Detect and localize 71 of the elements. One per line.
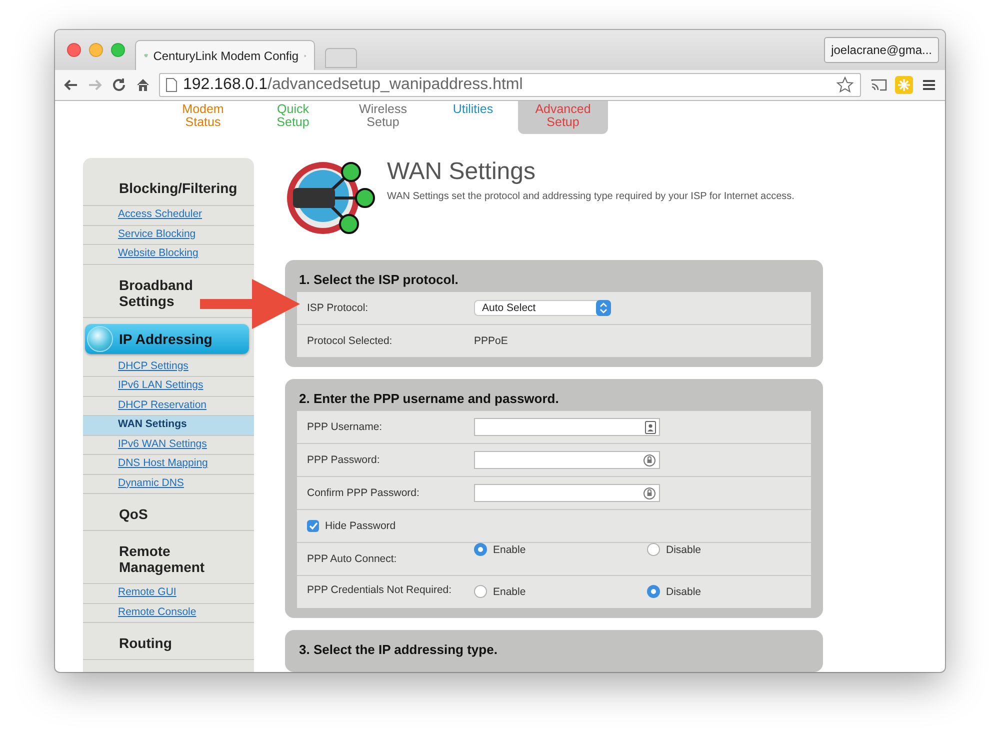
field-label: PPP Auto Connect:	[307, 552, 398, 566]
page-icon	[166, 78, 177, 92]
protocol-dropdown[interactable]: Auto Select	[474, 300, 611, 316]
input-field[interactable]	[474, 484, 660, 502]
star-icon[interactable]	[836, 76, 854, 94]
sidebar-link[interactable]: IPv6 WAN Settings	[83, 436, 254, 455]
sidebar-heading[interactable]: Remote Management	[83, 531, 254, 584]
radio-label: Disable	[666, 586, 702, 598]
contact-card-icon	[645, 420, 656, 434]
sidebar-heading[interactable]: QoS	[83, 494, 254, 531]
checkbox[interactable]	[307, 520, 319, 532]
back-icon[interactable]	[63, 77, 79, 93]
panel-title: 2. Enter the PPP username and password.	[298, 390, 560, 408]
forward-icon[interactable]	[87, 77, 103, 93]
profile-button[interactable]: joelacrane@gma...	[824, 37, 939, 63]
zoom-icon[interactable]	[111, 43, 125, 57]
sidebar-link[interactable]: DNS Host Mapping	[83, 455, 254, 474]
url-text: 192.168.0.1/advancedsetup_wanipaddress.html	[183, 76, 523, 94]
browser-tab[interactable]: CenturyLink Modem Config	[135, 40, 315, 70]
sidebar-link[interactable]: DHCP Settings	[83, 358, 254, 377]
address-bar[interactable]: 192.168.0.1/advancedsetup_wanipaddress.html	[159, 73, 861, 97]
sidebar-link[interactable]: Remote Console	[83, 604, 254, 623]
field-label: PPP Credentials Not Required:	[307, 583, 453, 598]
key-icon	[643, 486, 656, 500]
field-label: ISP Protocol:	[307, 300, 370, 316]
sidebar-link[interactable]: Dynamic DNS	[83, 474, 254, 494]
checkbox-label: Hide Password	[325, 520, 396, 532]
minimize-icon[interactable]	[89, 43, 103, 57]
field-label: PPP Username:	[307, 420, 384, 434]
input-field[interactable]	[474, 451, 660, 469]
input-field[interactable]	[474, 418, 660, 436]
radio-button[interactable]	[474, 543, 487, 556]
home-icon[interactable]	[135, 77, 151, 93]
field-label: PPP Password:	[307, 452, 381, 468]
sidebar-link[interactable]: Website Blocking	[83, 245, 254, 264]
radio-label: Enable	[493, 586, 526, 598]
new-tab-button[interactable]	[325, 48, 357, 68]
nav-tab[interactable]: Utilities	[428, 101, 518, 134]
radio-button[interactable]	[647, 543, 660, 556]
orb-icon	[87, 326, 113, 352]
sidebar-heading[interactable]: Blocking/Filtering	[83, 172, 254, 206]
stepper-arrows-icon	[596, 300, 611, 316]
cast-icon[interactable]	[869, 77, 887, 93]
sidebar-link[interactable]: Remote GUI	[83, 584, 254, 604]
field-label: Protocol Selected:	[307, 334, 394, 348]
sidebar-link[interactable]: Access Scheduler	[83, 206, 254, 226]
sidebar-link[interactable]: IPv6 LAN Settings	[83, 377, 254, 396]
sidebar-heading[interactable]: IP Addressing	[85, 324, 249, 354]
page-description: WAN Settings set the protocol and addressing type required by your ISP for Internet access.	[387, 190, 796, 203]
field-label: Confirm PPP Password:	[307, 486, 420, 500]
nav-tab[interactable]: Advanced Setup	[518, 101, 608, 134]
radio-button[interactable]	[647, 585, 660, 598]
panel-title: 3. Select the IP addressing type.	[298, 641, 498, 659]
nav-tab[interactable]: Modem Status	[158, 101, 248, 134]
close-icon[interactable]	[67, 43, 81, 57]
tab-title: CenturyLink Modem Config	[153, 48, 299, 62]
menu-icon[interactable]	[921, 77, 937, 93]
page-title: WAN Settings	[387, 158, 536, 186]
sidebar-heading[interactable]: Routing	[83, 623, 254, 660]
key-icon	[643, 454, 656, 466]
nav-tab[interactable]: Quick Setup	[248, 101, 338, 134]
sidebar-link[interactable]: Service Blocking	[83, 226, 254, 245]
radio-label: Disable	[666, 544, 702, 556]
radio-label: Enable	[493, 544, 526, 556]
nav-tab[interactable]: Wireless Setup	[338, 101, 428, 134]
radio-button[interactable]	[474, 585, 487, 598]
sidebar-link[interactable]: WAN Settings	[83, 416, 254, 436]
panel-title: 1. Select the ISP protocol.	[298, 271, 460, 289]
extension-icon[interactable]	[895, 76, 913, 94]
field-value: PPPoE	[474, 335, 508, 347]
reload-icon[interactable]	[111, 77, 127, 93]
